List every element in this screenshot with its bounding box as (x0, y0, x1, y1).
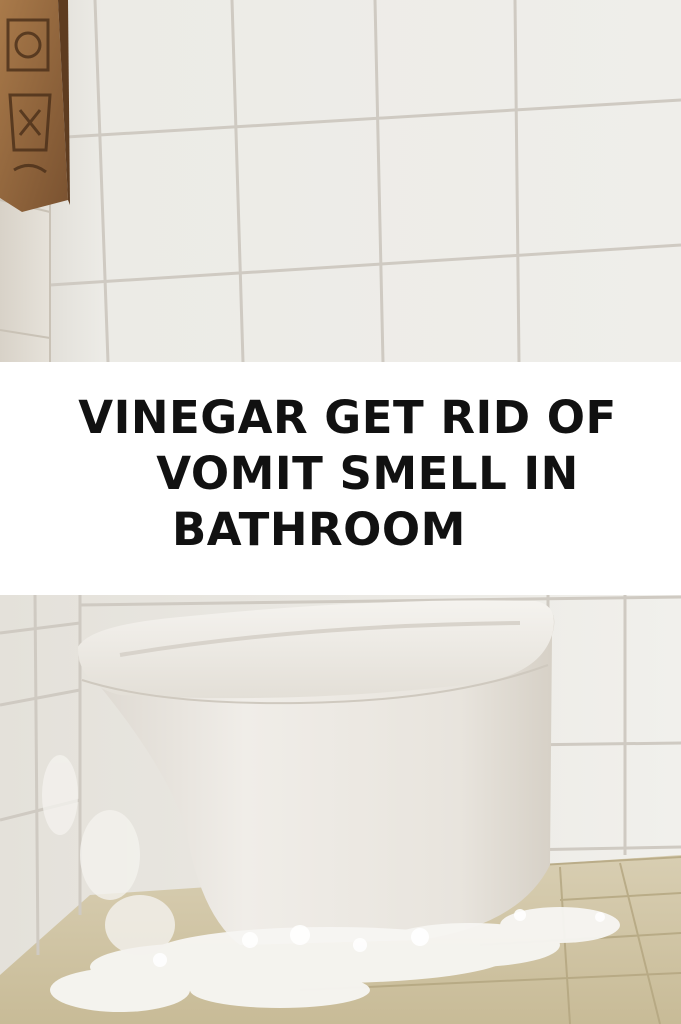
toilet-foam-illustration (0, 595, 681, 1024)
tiled-wall-illustration (0, 0, 681, 362)
headline: VINEGAR GET RID OF VOMIT SMELL IN BATHRO… (0, 390, 681, 558)
headline-line-2: VOMIT SMELL IN (140, 447, 579, 500)
pin-graphic: VINEGAR GET RID OF VOMIT SMELL IN BATHRO… (0, 0, 681, 1024)
headline-line-3: BATHROOM (172, 503, 466, 556)
headline-line-1: VINEGAR GET RID OF (78, 391, 617, 444)
foamy-toilet-photo (0, 595, 681, 1024)
tiled-wall-photo (0, 0, 681, 362)
wooden-plaque-illustration (0, 0, 70, 212)
